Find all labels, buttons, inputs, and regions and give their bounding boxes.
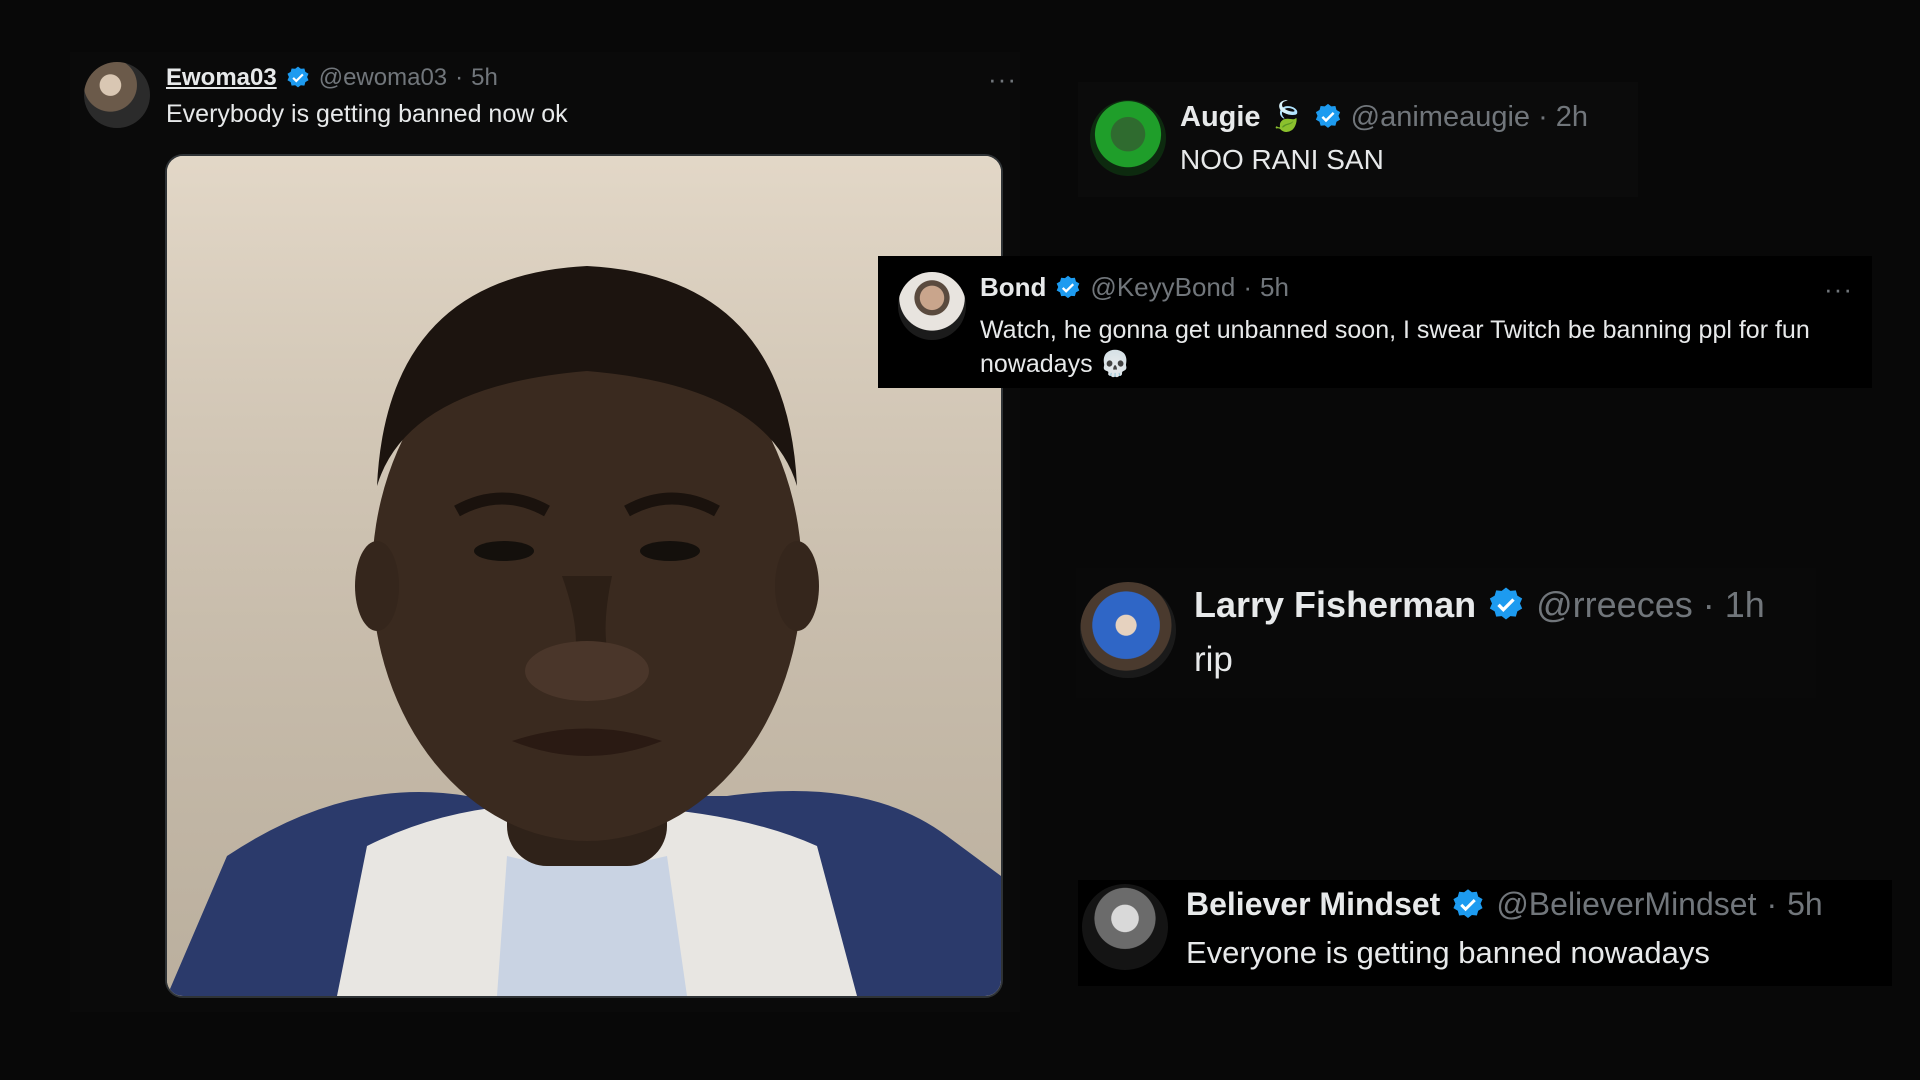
bond-avatar[interactable] [898,272,966,340]
reply-text: Everyone is getting banned nowadays [1186,935,1710,970]
reply-bond[interactable]: Bond @KeyyBond · 5h Watch, he gonna get … [878,256,1872,388]
author-name[interactable]: Believer Mindset [1186,886,1440,923]
reaction-face-photo-icon [167,156,1001,996]
post-time[interactable]: 2h [1556,101,1588,134]
reply-text: NOO RANI SAN [1180,144,1384,175]
post-time[interactable]: 5h [1787,886,1823,923]
reply-larry[interactable]: Larry Fisherman @rreeces · 1h rip [1076,568,1816,698]
author-handle[interactable]: @animeaugie [1351,101,1530,134]
tweet-text: Everybody is getting banned now ok [166,100,568,128]
post-time[interactable]: 5h [1260,272,1289,303]
post-time[interactable]: 1h [1725,584,1765,626]
larry-avatar[interactable] [1080,582,1176,678]
main-tweet[interactable]: Ewoma03 @ewoma03 · 5h Everybody is getti… [70,52,1020,1012]
augie-avatar[interactable] [1090,100,1166,176]
separator-dot: · [1702,584,1715,625]
verified-badge-icon [1453,888,1483,918]
post-time[interactable]: 5h [471,64,498,92]
reply-text: rip [1194,640,1233,679]
author-name[interactable]: Bond [980,272,1046,303]
leaf-emoji-icon: 🍃 [1268,101,1305,133]
author-name[interactable]: Ewoma03 [166,64,277,92]
author-handle[interactable]: @KeyyBond [1090,272,1235,303]
more-options-icon[interactable]: ··· [988,64,1017,95]
author-name[interactable]: Augie [1180,101,1261,134]
separator-dot: · [1243,272,1253,302]
author-name[interactable]: Larry Fisherman [1194,584,1476,626]
verified-badge-icon [1489,587,1523,620]
reply-believer[interactable]: Believer Mindset @BelieverMindset · 5h E… [1078,880,1892,986]
reply-augie[interactable]: Augie 🍃 @animeaugie · 2h NOO RANI SAN [1078,82,1638,197]
verified-badge-icon [287,66,309,88]
ewoma03-avatar[interactable] [84,62,150,128]
separator-dot: · [1538,100,1548,133]
believer-avatar[interactable] [1082,884,1168,970]
separator-dot: · [455,64,464,91]
more-options-icon[interactable]: ··· [1824,274,1853,305]
author-handle[interactable]: @rreeces [1536,584,1693,626]
reply-text: Watch, he gonna get unbanned soon, I swe… [980,316,1810,378]
verified-badge-icon [1057,275,1080,298]
separator-dot: · [1766,886,1778,922]
author-handle[interactable]: @BelieverMindset [1496,886,1756,923]
verified-badge-icon [1315,103,1340,128]
author-handle[interactable]: @ewoma03 [319,64,447,92]
